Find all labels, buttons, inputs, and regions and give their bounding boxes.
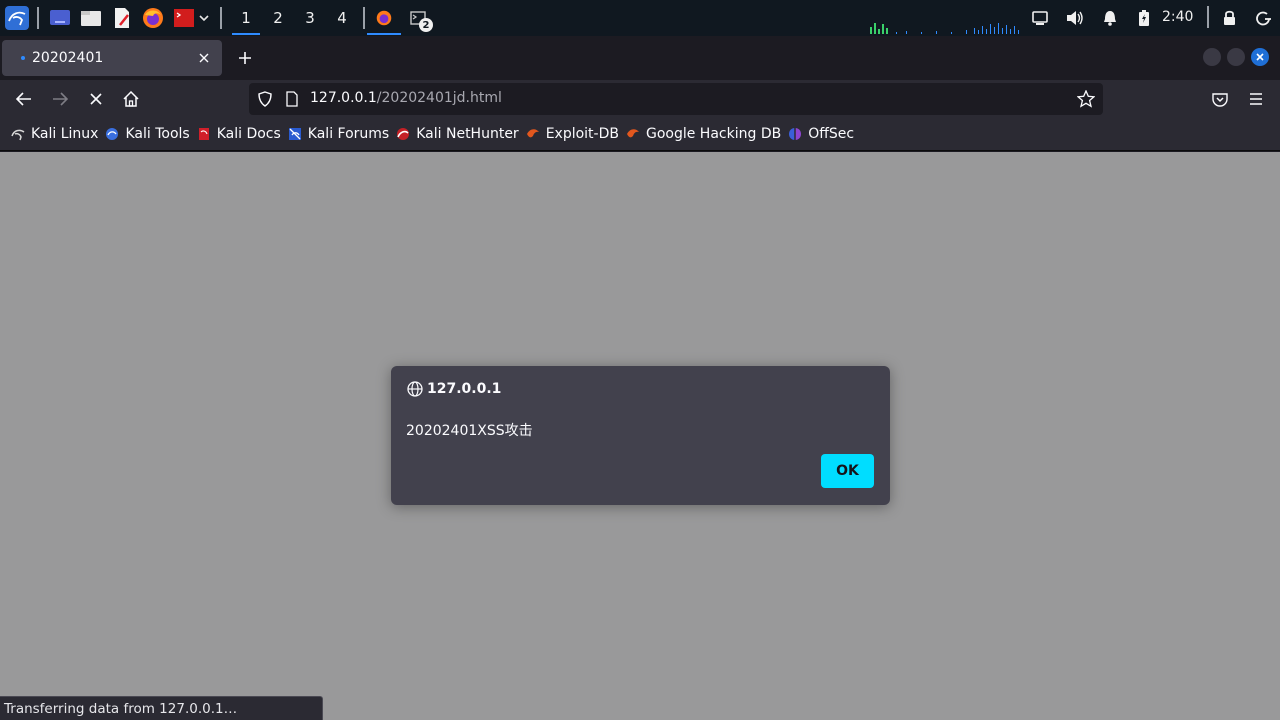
forward-arrow-icon [53, 92, 68, 106]
taskbar-separator [1207, 6, 1209, 28]
back-button[interactable] [12, 87, 36, 111]
loading-indicator [21, 56, 25, 60]
home-button[interactable] [119, 87, 143, 111]
page-info-icon[interactable] [285, 91, 299, 111]
workspace-4[interactable]: 4 [326, 0, 358, 36]
navigation-toolbar: 127.0.0.1/20202401jd.html [0, 80, 1280, 118]
globe-icon [407, 381, 423, 397]
offsec-icon [788, 127, 802, 141]
pocket-icon [1212, 92, 1228, 107]
app-menu-button[interactable] [1244, 87, 1268, 111]
ghdb-icon [626, 127, 640, 141]
status-bar: Transferring data from 127.0.0.1… [0, 696, 323, 720]
close-icon [1256, 53, 1264, 61]
hamburger-menu-icon [1250, 93, 1262, 105]
window-count-badge: 2 [419, 18, 433, 32]
kali-menu-icon[interactable] [5, 6, 29, 30]
tab-title: 20202401 [32, 50, 104, 66]
bookmark-offsec[interactable]: OffSec [787, 121, 859, 147]
maximize-window-button[interactable] [1227, 48, 1245, 66]
close-window-button[interactable] [1251, 48, 1269, 66]
url-host: 127.0.0.1 [310, 90, 377, 106]
url-text[interactable]: 127.0.0.1/20202401jd.html [310, 90, 502, 106]
bookmarks-toolbar: Kali Linux Kali Tools Kali Docs Kali For… [0, 118, 1280, 151]
close-tab-icon[interactable] [192, 46, 216, 70]
dialog-message: 20202401XSS攻击 [406, 423, 533, 439]
bookmark-star-icon[interactable] [1076, 89, 1096, 112]
stop-icon [90, 93, 102, 105]
forward-button[interactable] [48, 87, 72, 111]
taskbar-separator [220, 7, 222, 29]
lock-icon[interactable] [1219, 0, 1239, 36]
bookmark-kali-linux[interactable]: Kali Linux [10, 121, 103, 147]
network-icon[interactable] [1030, 0, 1050, 36]
plus-icon [239, 52, 251, 64]
exploit-db-icon [526, 127, 540, 141]
kali-forums-icon [288, 127, 302, 141]
kali-tools-icon [105, 127, 119, 141]
home-icon [123, 91, 139, 107]
kali-dragon-icon [11, 127, 25, 141]
workspace-1[interactable]: 1 [230, 0, 262, 36]
minimize-window-button[interactable] [1203, 48, 1221, 66]
battery-icon[interactable] [1134, 0, 1154, 36]
bookmark-google-hacking-db[interactable]: Google Hacking DB [625, 121, 786, 147]
terminal-window-task[interactable]: 2 [401, 0, 435, 36]
logout-icon[interactable] [1253, 0, 1273, 36]
new-tab-button[interactable] [232, 44, 258, 72]
file-manager-icon[interactable] [80, 7, 102, 29]
taskbar-separator [37, 7, 39, 29]
dialog-origin-text: 127.0.0.1 [427, 381, 502, 397]
text-editor-icon[interactable] [111, 7, 133, 29]
workspace-3[interactable]: 3 [294, 0, 326, 36]
tab-strip: 20202401 [0, 36, 1280, 80]
bookmark-kali-docs[interactable]: Kali Docs [196, 121, 286, 147]
back-arrow-icon [16, 92, 31, 106]
url-path: /20202401jd.html [376, 90, 502, 106]
alert-dialog: 127.0.0.1 20202401XSS攻击 OK [391, 366, 890, 505]
terminal-icon[interactable] [173, 7, 195, 29]
stop-loading-button[interactable] [84, 87, 108, 111]
bookmark-exploit-db[interactable]: Exploit-DB [525, 121, 624, 147]
workspace-2[interactable]: 2 [262, 0, 294, 36]
kali-docs-icon [197, 127, 211, 141]
bookmark-kali-tools[interactable]: Kali Tools [104, 121, 194, 147]
ok-button[interactable]: OK [821, 454, 874, 488]
firefox-window-task[interactable] [367, 0, 401, 36]
tracking-protection-shield-icon[interactable] [257, 91, 273, 111]
firefox-icon [376, 10, 392, 26]
firefox-icon[interactable] [142, 7, 164, 29]
clock[interactable]: 2:40 [1162, 0, 1198, 34]
pocket-button[interactable] [1208, 87, 1232, 111]
show-desktop-icon[interactable] [49, 7, 71, 29]
kali-nethunter-icon [396, 127, 410, 141]
cpu-graph [870, 23, 1019, 34]
taskbar-separator [363, 7, 365, 29]
volume-icon[interactable] [1064, 0, 1086, 36]
bookmark-kali-forums[interactable]: Kali Forums [287, 121, 394, 147]
taskbar: 1 2 3 4 2 2:40 [0, 0, 1280, 36]
bookmark-kali-nethunter[interactable]: Kali NetHunter [395, 121, 523, 147]
chevron-down-icon[interactable] [198, 7, 210, 29]
dialog-origin: 127.0.0.1 [407, 381, 501, 397]
page-content-overlay: 127.0.0.1 20202401XSS攻击 OK [0, 152, 1280, 720]
notification-bell-icon[interactable] [1100, 0, 1120, 36]
url-bar[interactable]: 127.0.0.1/20202401jd.html [249, 83, 1103, 115]
browser-tab[interactable]: 20202401 [2, 40, 222, 76]
